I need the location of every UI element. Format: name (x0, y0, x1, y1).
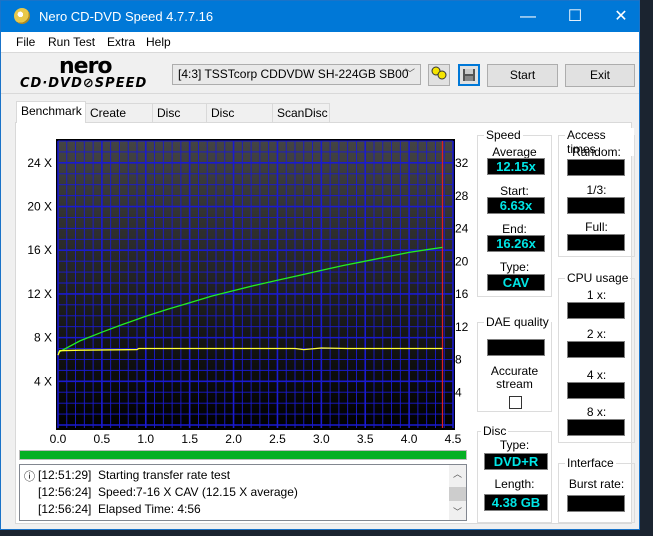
cpu-usage-title: CPU usage (565, 271, 631, 285)
cpu-8x-value (567, 419, 625, 436)
disc-group: Disc Type: DVD+R Length: 4.38 GB (477, 424, 552, 523)
log-time: [12:56:24] (38, 485, 92, 499)
speed-title: Speed (484, 128, 523, 142)
y-right-tick-label: 32 (455, 156, 469, 170)
disc-length-label: Length: (494, 477, 535, 491)
x-tick-label: 1.0 (137, 432, 154, 446)
type-value: CAV (487, 274, 545, 291)
third-value (567, 197, 625, 214)
dae-quality-group: DAE quality Accurate stream (477, 315, 552, 412)
random-value (567, 159, 625, 176)
tab-benchmark[interactable]: Benchmark (16, 101, 86, 123)
scroll-down-icon[interactable]: ﹀ (453, 505, 462, 518)
start-button[interactable]: Start (487, 64, 558, 87)
accurate-stream-checkbox[interactable] (509, 396, 522, 409)
disc-type-value: DVD+R (484, 453, 548, 470)
disc-title: Disc (481, 424, 509, 438)
log-list: ⓘ [12:51:29] Starting transfer rate test… (19, 464, 467, 521)
y-right-tick-label: 28 (455, 189, 469, 203)
y-left-tick-label: 8 X (34, 331, 52, 345)
cpu-usage-group: CPU usage 1 x: 2 x: 4 x: 8 x: (558, 271, 635, 443)
progress-bar (19, 450, 467, 460)
full-value (567, 234, 625, 251)
y-right-tick-label: 8 (455, 353, 462, 367)
log-time: [12:56:24] (38, 502, 92, 516)
exit-button[interactable]: Exit (565, 64, 635, 87)
end-value: 16.26x (487, 235, 545, 252)
x-tick-label: 4.5 (445, 432, 462, 446)
burst-rate-value (567, 495, 625, 512)
cpu-2x-label: 2 x: (586, 327, 607, 341)
log-message: Elapsed Time: 4:56 (98, 502, 201, 516)
benchmark-chart: 4 X 8 X 12 X 16 X 20 X 24 X 4 8 12 16 20 24 28 32 0.0 0… (27, 139, 469, 446)
x-tick-label: 2.5 (269, 432, 286, 446)
y-right-tick-label: 4 (455, 385, 462, 399)
y-left-tick-label: 20 X (27, 200, 52, 214)
type-label: Type: (499, 260, 530, 274)
start-label: Start: (500, 184, 529, 198)
app-window: Nero CD-DVD Speed 4.7.7.16 — ☐ ✕ File Ru… (0, 0, 640, 530)
y-left-tick-label: 16 X (27, 243, 52, 257)
x-tick-label: 0.5 (94, 432, 111, 446)
maximize-button[interactable]: ☐ (552, 1, 598, 32)
cpu-1x-value (567, 302, 625, 319)
scroll-up-icon[interactable]: ︿ (453, 467, 462, 480)
cpu-8x-label: 8 x: (586, 405, 607, 419)
dae-value (487, 339, 545, 356)
average-label: Average (492, 145, 537, 159)
average-value: 12.15x (487, 158, 545, 175)
access-times-group: Access times Random: 1/3: Full: (558, 128, 635, 257)
full-label: Full: (585, 220, 608, 234)
x-tick-label: 4.0 (401, 432, 418, 446)
minimize-button[interactable]: — (505, 1, 551, 32)
cpu-2x-value (567, 341, 625, 358)
burst-rate-label: Burst rate: (568, 477, 625, 491)
speed-group: Speed Average 12.15x Start: 6.63x End: 1… (477, 128, 552, 297)
disc-length-value: 4.38 GB (484, 494, 548, 511)
cpu-4x-value (567, 382, 625, 399)
y-left-tick-label: 24 X (27, 156, 52, 170)
info-icon: ⓘ (24, 471, 35, 483)
start-value: 6.63x (487, 197, 545, 214)
y-right-tick-label: 24 (455, 222, 469, 236)
interface-group: Interface Burst rate: (558, 456, 635, 523)
end-label: End: (502, 222, 527, 236)
log-scrollbar[interactable]: ︿ ﹀ (449, 465, 466, 520)
plot-area (58, 141, 453, 428)
y-right-tick-label: 12 (455, 320, 469, 334)
x-tick-label: 3.0 (313, 432, 330, 446)
third-label: 1/3: (586, 183, 607, 197)
y-right-tick-label: 16 (455, 287, 469, 301)
x-tick-label: 0.0 (50, 432, 67, 446)
accurate-stream-label: Accurate stream (490, 364, 539, 391)
y-left-tick-label: 12 X (27, 287, 52, 301)
dae-quality-title: DAE quality (484, 315, 551, 329)
x-tick-label: 2.0 (225, 432, 242, 446)
random-label: Random: (572, 145, 621, 159)
x-tick-label: 1.5 (181, 432, 198, 446)
y-right-tick-label: 20 (455, 254, 469, 268)
scroll-thumb[interactable] (449, 487, 466, 501)
y-left-tick-label: 4 X (34, 374, 52, 388)
close-button[interactable]: ✕ (598, 1, 644, 32)
disc-type-label: Type: (499, 438, 530, 452)
log-message: Starting transfer rate test (98, 468, 231, 482)
cpu-1x-label: 1 x: (586, 288, 607, 302)
log-message: Speed:7-16 X CAV (12.15 X average) (98, 485, 298, 499)
interface-title: Interface (565, 456, 616, 470)
log-time: [12:51:29] (38, 468, 92, 482)
x-tick-label: 3.5 (357, 432, 374, 446)
cpu-4x-label: 4 x: (586, 368, 607, 382)
